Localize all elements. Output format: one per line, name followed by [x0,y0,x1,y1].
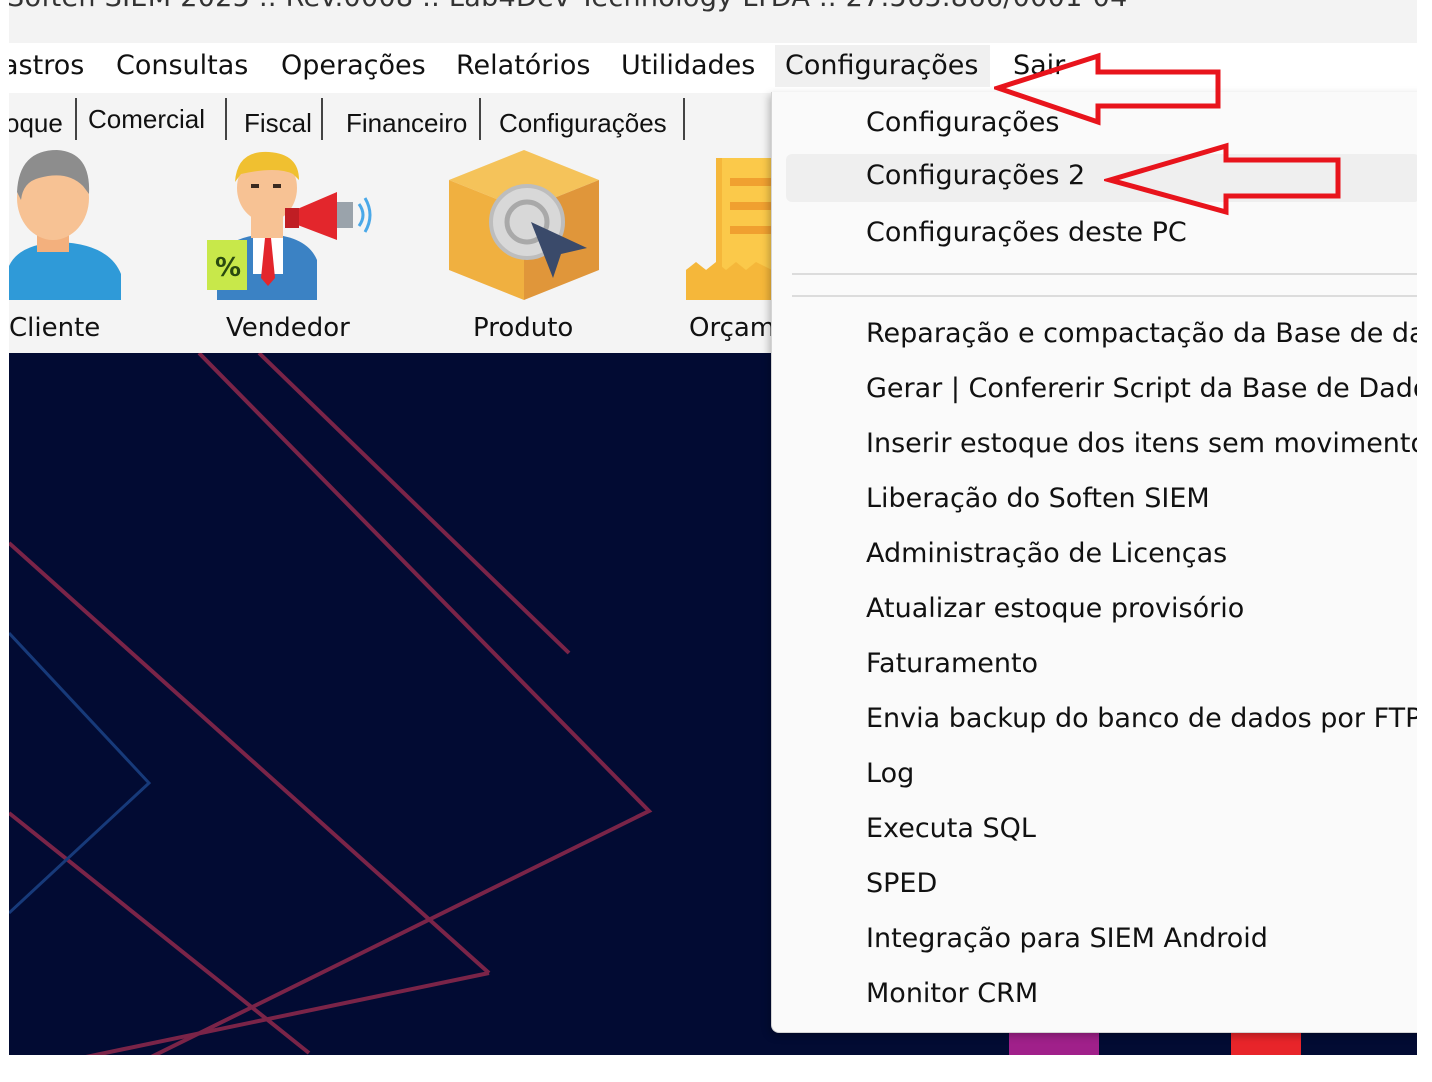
salesman-megaphone-icon[interactable]: % [207,148,372,300]
tab-separator [75,98,77,140]
menu-item-atualizar-estoque[interactable]: Atualizar estoque provisório [772,587,1417,635]
menu-item-monitor-crm[interactable]: Monitor CRM [772,972,1417,1020]
menu-item-label: Reparação e compactação da Base de dad [866,318,1417,349]
menu-configuracoes[interactable]: Configurações [775,45,991,87]
tab-separator [683,98,685,140]
menu-item-label: Executa SQL [866,813,1036,844]
menu-item-administracao-licencas[interactable]: Administração de Licenças [772,532,1417,580]
menu-item-integracao-android[interactable]: Integração para SIEM Android [772,917,1417,965]
menu-item-label: Atualizar estoque provisório [866,593,1245,624]
tab-separator [225,98,227,140]
annotation-arrow-icon [1104,142,1341,216]
menu-item-label: Configurações deste PC [866,217,1187,248]
menu-item-label: Configurações 2 [866,160,1086,191]
tab-estoque[interactable]: oque [9,108,63,139]
menu-item-label: Liberação do Soften SIEM [866,483,1210,514]
title-bar: Soften SIEM 2025 .. Rev.0008 .. Lab4Dev … [9,0,1417,43]
receipt-icon[interactable] [686,158,772,300]
menu-item-configuracoes-deste-pc[interactable]: Configurações deste PC [772,211,1417,259]
menu-utilidades[interactable]: Utilidades [621,50,755,81]
menu-operacoes[interactable]: Operações [281,50,426,81]
ribbon-cliente-label[interactable]: Cliente [9,313,100,343]
menu-item-reparacao[interactable]: Reparação e compactação da Base de dad [772,312,1417,360]
menu-item-label: Inserir estoque dos itens sem movimento [866,428,1417,459]
menu-item-label: Integração para SIEM Android [866,923,1268,954]
menu-separator [792,295,1417,297]
tab-separator [321,98,323,140]
menu-item-label: Monitor CRM [866,978,1039,1009]
menu-item-inserir-estoque[interactable]: Inserir estoque dos itens sem movimento [772,422,1417,470]
product-box-icon[interactable] [449,150,604,300]
person-icon[interactable] [9,148,124,300]
menu-item-label: Gerar | Confererir Script da Base de Dad… [866,373,1417,404]
menu-item-sped[interactable]: SPED [772,862,1417,910]
menu-relatorios[interactable]: Relatórios [456,50,591,81]
window-title: Soften SIEM 2025 .. Rev.0008 .. Lab4Dev … [9,0,1128,13]
menu-item-label: Log [866,758,915,789]
tab-financeiro[interactable]: Financeiro [346,108,467,139]
menu-item-executa-sql[interactable]: Executa SQL [772,807,1417,855]
tab-comercial[interactable]: Comercial [88,104,205,135]
menu-item-liberacao[interactable]: Liberação do Soften SIEM [772,477,1417,525]
menu-item-gerar-script[interactable]: Gerar | Confererir Script da Base de Dad… [772,367,1417,415]
tab-separator [479,98,481,140]
menu-item-backup-ftp[interactable]: Envia backup do banco de dados por FTP [772,697,1417,745]
menu-item-label: SPED [866,868,938,899]
menu-item-faturamento[interactable]: Faturamento [772,642,1417,690]
menu-consultas[interactable]: Consultas [116,50,248,81]
ribbon-produto-label[interactable]: Produto [473,313,573,343]
menu-separator [792,273,1417,275]
menu-cadastros[interactable]: astros [9,50,84,81]
menu-item-label: Administração de Licenças [866,538,1228,569]
svg-text:%: % [215,253,241,283]
menu-item-label: Faturamento [866,648,1039,679]
configuracoes-dropdown: Configurações Configurações 2 Configuraç… [771,92,1417,1033]
ribbon-orcamento-label[interactable]: Orçam [689,313,775,343]
annotation-arrow-icon [994,52,1221,126]
menu-item-log[interactable]: Log [772,752,1417,800]
menu-item-label: Envia backup do banco de dados por FTP [866,703,1417,734]
app-window: Soften SIEM 2025 .. Rev.0008 .. Lab4Dev … [9,0,1417,1055]
tab-fiscal[interactable]: Fiscal [244,108,312,139]
tab-configuracoes[interactable]: Configurações [499,108,667,139]
ribbon-vendedor-label[interactable]: Vendedor [226,313,350,343]
